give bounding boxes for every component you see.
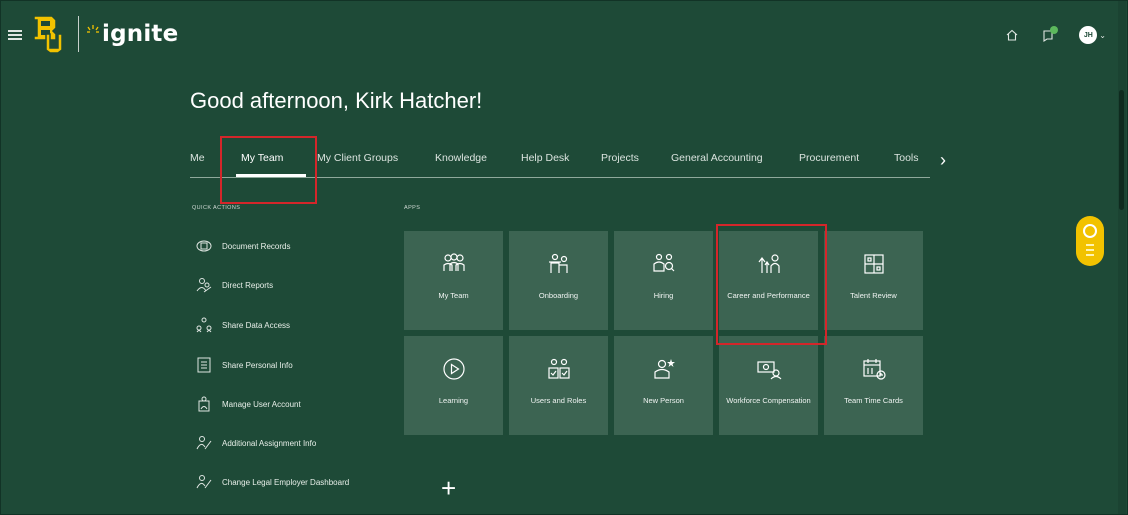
window-frame — [0, 0, 1128, 515]
